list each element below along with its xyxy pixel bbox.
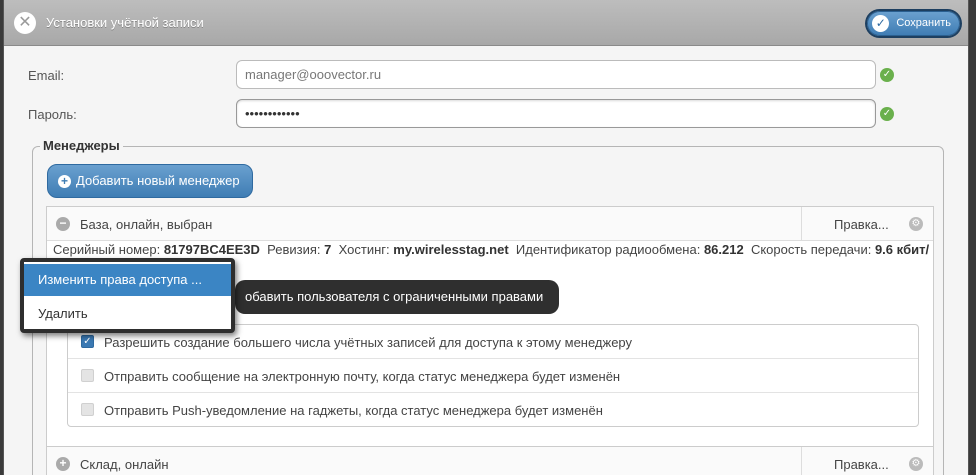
gear-icon: ⚙ [909,217,923,231]
password-field[interactable]: •••••••••••• [236,99,876,128]
permission-row[interactable]: Отправить сообщение на электронную почту… [68,359,918,393]
permission-row[interactable]: Отправить Push-уведомление на гаджеты, к… [68,393,918,427]
permission-checkbox[interactable] [81,403,94,416]
hosting-label: Хостинг: [338,242,390,257]
manager-panel: − База, онлайн, выбран Правка... ⚙ Серий… [46,206,934,475]
plus-icon: + [58,175,71,188]
serial-value: 81797BC4EE3D [163,242,260,257]
manager-info: Серийный номер: 81797BC4EE3D Ревизия: 7 … [53,242,929,257]
save-button-label: Сохранить [896,17,951,29]
password-label: Пароль: [28,107,77,122]
gear-icon: ⚙ [909,457,923,471]
account-settings-window: ✕ Установки учётной записи ✓ Сохранить E… [3,0,969,475]
serial-label: Серийный номер: [53,242,161,257]
window-title: Установки учётной записи [46,15,204,30]
password-row: Пароль: •••••••••••• ✓ [4,99,968,131]
email-label: Email: [28,68,65,83]
permission-label: Отправить Push-уведомление на гаджеты, к… [104,403,603,418]
speed-label: Скорость передачи: [750,242,872,257]
manager-edit-button[interactable]: Правка... ⚙ [801,447,933,475]
permission-checkbox-checked[interactable]: ✓ [81,335,94,348]
edit-label: Правка... [834,217,889,232]
context-menu-item-edit-permissions[interactable]: Изменить права доступа ... [24,264,231,296]
email-field[interactable]: manager@ooovector.ru [236,60,876,89]
add-manager-button[interactable]: + Добавить новый менеджер [47,164,253,198]
expand-icon[interactable]: + [56,457,70,471]
permissions-list: ✓ Разрешить создание большего числа учёт… [67,324,919,427]
permission-label: Разрешить создание большего числа учётны… [104,335,633,350]
save-button[interactable]: ✓ Сохранить [867,11,960,36]
edit-label: Правка... [834,457,889,472]
close-button[interactable]: ✕ [14,12,36,34]
titlebar: ✕ Установки учётной записи ✓ Сохранить [4,0,968,46]
add-manager-label: Добавить новый менеджер [76,173,240,188]
manager-edit-button[interactable]: Правка... ⚙ [801,207,933,240]
managers-legend: Менеджеры [40,138,123,153]
revision-label: Ревизия: [267,242,321,257]
context-menu: Изменить права доступа ... Удалить [20,258,235,333]
permission-checkbox[interactable] [81,369,94,382]
radio-id-label: Идентификатор радиообмена: [515,242,701,257]
check-icon: ✓ [872,15,890,32]
password-ok-icon: ✓ [880,107,894,121]
close-icon: ✕ [18,14,32,31]
context-menu-item-delete[interactable]: Удалить [24,298,231,330]
hosting-value: my.wirelesstag.net [393,242,509,257]
add-limited-user-button[interactable]: обавить пользователя с ограниченными пра… [235,280,560,314]
email-row: Email: manager@ooovector.ru ✓ [4,60,968,92]
speed-value: 9.6 кбит/ [874,242,929,257]
manager-panel[interactable]: + Склад, онлайн Правка... ⚙ [46,446,934,475]
collapse-icon[interactable]: − [56,217,70,231]
email-ok-icon: ✓ [880,68,894,82]
manager-header[interactable]: − База, онлайн, выбран Правка... ⚙ [47,207,933,241]
permission-label: Отправить сообщение на электронную почту… [104,369,621,384]
revision-value: 7 [324,242,332,257]
manager-name: Склад, онлайн [80,457,169,472]
radio-id-value: 86.212 [703,242,744,257]
manager-name: База, онлайн, выбран [80,217,213,232]
